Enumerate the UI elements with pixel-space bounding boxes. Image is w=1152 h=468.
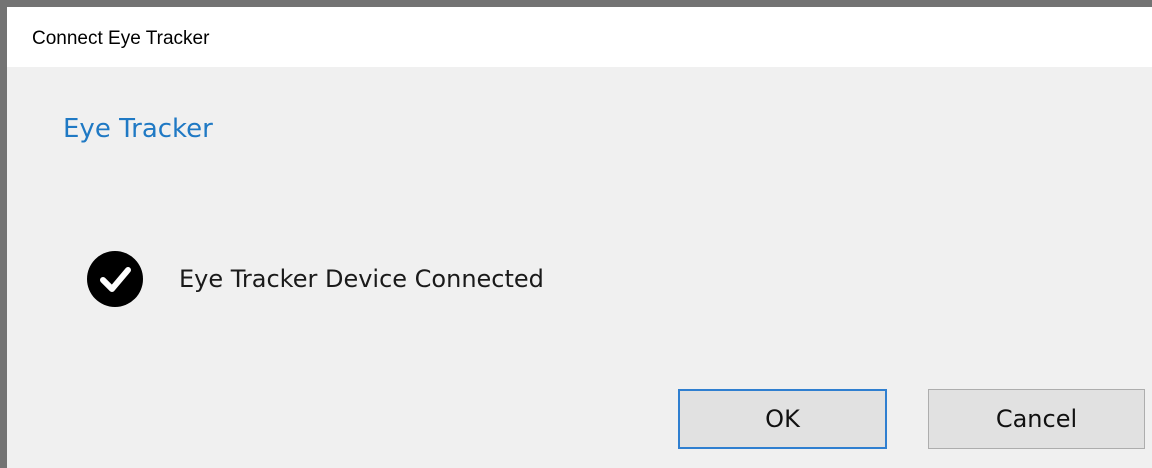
- cancel-button[interactable]: Cancel: [928, 389, 1145, 449]
- dialog-heading: Eye Tracker: [63, 114, 213, 144]
- window-title: Connect Eye Tracker: [32, 28, 210, 49]
- cancel-button-label: Cancel: [995, 405, 1078, 433]
- connection-status: Eye Tracker Device Connected: [87, 251, 544, 307]
- window-frame: Connect Eye Tracker Eye Tracker Eye Trac…: [0, 0, 1152, 468]
- connect-eye-tracker-dialog: Connect Eye Tracker Eye Tracker Eye Trac…: [7, 7, 1152, 468]
- title-bar[interactable]: Connect Eye Tracker: [7, 7, 1152, 67]
- checkmark-circle-icon: [87, 251, 143, 307]
- ok-button-label: OK: [765, 405, 800, 433]
- ok-button[interactable]: OK: [678, 389, 887, 449]
- status-message: Eye Tracker Device Connected: [179, 265, 544, 293]
